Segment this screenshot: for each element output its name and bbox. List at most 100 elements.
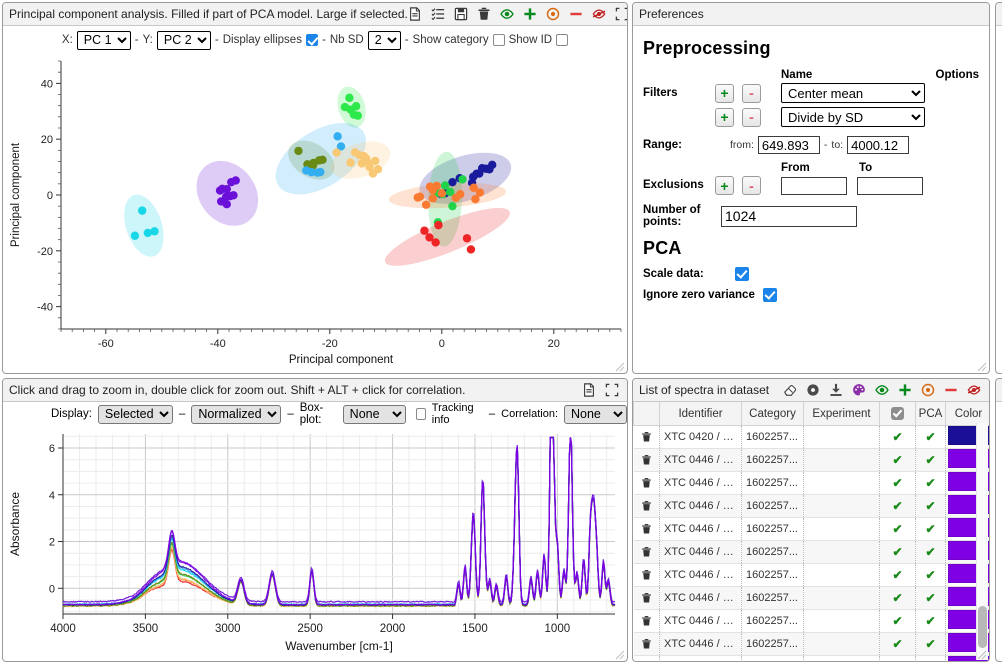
eye-slash-icon[interactable] bbox=[592, 7, 606, 21]
cell-pca[interactable]: ✔ bbox=[916, 541, 946, 564]
cell-pca[interactable]: ✔ bbox=[916, 472, 946, 495]
cell-pca[interactable]: ✔ bbox=[916, 656, 946, 663]
column-header-identifier[interactable]: Identifier bbox=[660, 402, 742, 426]
cell-selected[interactable]: ✔ bbox=[880, 472, 916, 495]
table-row[interactable]: XTC 0446 / 04...1602257...✔✔ bbox=[634, 656, 990, 663]
display-select[interactable]: Selected bbox=[98, 405, 173, 424]
show-id-checkbox[interactable] bbox=[556, 34, 568, 46]
ignore-zero-variance-checkbox[interactable] bbox=[763, 288, 777, 302]
plus-icon[interactable] bbox=[898, 383, 912, 397]
cell-selected[interactable]: ✔ bbox=[880, 633, 916, 656]
column-header-select-all[interactable] bbox=[880, 402, 916, 426]
record-icon[interactable] bbox=[806, 383, 820, 397]
row-delete-button[interactable] bbox=[634, 426, 660, 449]
cell-selected[interactable]: ✔ bbox=[880, 495, 916, 518]
filter-add-button-1[interactable]: + bbox=[715, 84, 734, 103]
minus-icon[interactable] bbox=[944, 383, 958, 397]
row-delete-button[interactable] bbox=[634, 449, 660, 472]
cell-selected[interactable]: ✔ bbox=[880, 449, 916, 472]
row-delete-button[interactable] bbox=[634, 495, 660, 518]
document-icon[interactable] bbox=[582, 383, 596, 397]
cell-selected[interactable]: ✔ bbox=[880, 426, 916, 449]
fullscreen-icon[interactable] bbox=[615, 7, 628, 21]
row-delete-button[interactable] bbox=[634, 564, 660, 587]
column-header-category[interactable]: Category bbox=[742, 402, 804, 426]
column-header-experiment[interactable]: Experiment bbox=[804, 402, 880, 426]
range-from-input[interactable] bbox=[758, 136, 820, 154]
cell-selected[interactable]: ✔ bbox=[880, 518, 916, 541]
spectra-line-chart[interactable]: 02464000350030002500200015001000Wavenumb… bbox=[3, 426, 628, 660]
tracking-info-checkbox[interactable] bbox=[416, 408, 426, 420]
resize-grip[interactable] bbox=[977, 650, 987, 660]
spectra-chart-svg[interactable]: 02464000350030002500200015001000Wavenumb… bbox=[3, 426, 628, 660]
cell-pca[interactable]: ✔ bbox=[916, 564, 946, 587]
eye-icon[interactable] bbox=[500, 7, 514, 21]
display-ellipses-checkbox[interactable] bbox=[306, 34, 318, 46]
show-category-checkbox[interactable] bbox=[493, 34, 505, 46]
eye-slash-icon[interactable] bbox=[967, 383, 981, 397]
filter-select-2[interactable]: Divide by SD bbox=[781, 107, 925, 127]
fullscreen-icon[interactable] bbox=[605, 383, 619, 397]
table-row[interactable]: XTC 0446 / 04...1602257...✔✔ bbox=[634, 449, 990, 472]
resize-grip[interactable] bbox=[615, 362, 625, 372]
minus-icon[interactable] bbox=[569, 7, 583, 21]
table-row[interactable]: XTC 0420 / 04...1602257...✔✔ bbox=[634, 426, 990, 449]
filter-remove-button-2[interactable]: - bbox=[742, 108, 761, 127]
cell-selected[interactable]: ✔ bbox=[880, 610, 916, 633]
exclusion-to-input[interactable] bbox=[857, 177, 923, 195]
cell-pca[interactable]: ✔ bbox=[916, 518, 946, 541]
cell-pca[interactable]: ✔ bbox=[916, 587, 946, 610]
number-of-points-input[interactable] bbox=[721, 206, 857, 227]
row-delete-button[interactable] bbox=[634, 587, 660, 610]
column-header-color[interactable]: Color bbox=[946, 402, 990, 426]
scale-data-checkbox[interactable] bbox=[735, 267, 749, 281]
scrollbar-thumb[interactable] bbox=[978, 606, 987, 648]
eye-icon[interactable] bbox=[875, 383, 889, 397]
pca-y-select[interactable]: PC 2 bbox=[157, 31, 211, 50]
select-all-checkbox[interactable] bbox=[891, 407, 904, 420]
pca-scatter-svg[interactable]: -40-2002040-60-40-20020Principal compone… bbox=[3, 51, 628, 373]
target-icon[interactable] bbox=[546, 7, 560, 21]
filter-remove-button-1[interactable]: - bbox=[742, 84, 761, 103]
document-icon[interactable] bbox=[408, 7, 422, 21]
cell-pca[interactable]: ✔ bbox=[916, 449, 946, 472]
filter-add-button-2[interactable]: + bbox=[715, 108, 734, 127]
cell-pca[interactable]: ✔ bbox=[916, 633, 946, 656]
boxplot-select[interactable]: None bbox=[343, 405, 406, 424]
table-row[interactable]: XTC 0446 / 04...1602257...✔✔ bbox=[634, 518, 990, 541]
cell-pca[interactable]: ✔ bbox=[916, 426, 946, 449]
cell-pca[interactable]: ✔ bbox=[916, 495, 946, 518]
cell-selected[interactable]: ✔ bbox=[880, 564, 916, 587]
table-row[interactable]: XTC 0446 / 04...1602257...✔✔ bbox=[634, 564, 990, 587]
range-to-input[interactable] bbox=[847, 136, 909, 154]
column-header-pca[interactable]: PCA bbox=[916, 402, 946, 426]
resize-grip[interactable] bbox=[977, 362, 987, 372]
exclusion-from-input[interactable] bbox=[781, 177, 847, 195]
table-row[interactable]: XTC 0446 / 04...1602257...✔✔ bbox=[634, 587, 990, 610]
table-row[interactable]: XTC 0446 / 04...1602257...✔✔ bbox=[634, 633, 990, 656]
plus-icon[interactable] bbox=[523, 7, 537, 21]
download-icon[interactable] bbox=[829, 383, 843, 397]
trash-icon[interactable] bbox=[477, 7, 491, 21]
table-row[interactable]: XTC 0446 / 04...1602257...✔✔ bbox=[634, 610, 990, 633]
table-scrollbar[interactable] bbox=[976, 423, 988, 660]
exclusion-add-button[interactable]: + bbox=[715, 176, 734, 195]
resize-grip[interactable] bbox=[615, 650, 625, 660]
row-delete-button[interactable] bbox=[634, 472, 660, 495]
row-delete-button[interactable] bbox=[634, 656, 660, 663]
filter-select-1[interactable]: Center mean bbox=[781, 83, 925, 103]
pca-scatter-plot[interactable]: -40-2002040-60-40-20020Principal compone… bbox=[3, 51, 628, 373]
table-row[interactable]: XTC 0446 / 04...1602257...✔✔ bbox=[634, 472, 990, 495]
row-delete-button[interactable] bbox=[634, 633, 660, 656]
correlation-select[interactable]: None bbox=[564, 405, 627, 424]
spectra-table-container[interactable]: Identifier Category Experiment PCA Color… bbox=[633, 402, 989, 662]
save-icon[interactable] bbox=[454, 7, 468, 21]
pca-x-select[interactable]: PC 1 bbox=[77, 31, 131, 50]
exclusion-remove-button[interactable]: - bbox=[742, 176, 761, 195]
cell-pca[interactable]: ✔ bbox=[916, 610, 946, 633]
palette-icon[interactable] bbox=[852, 383, 866, 397]
row-delete-button[interactable] bbox=[634, 610, 660, 633]
eraser-icon[interactable] bbox=[783, 383, 797, 397]
cell-selected[interactable]: ✔ bbox=[880, 656, 916, 663]
cell-selected[interactable]: ✔ bbox=[880, 587, 916, 610]
